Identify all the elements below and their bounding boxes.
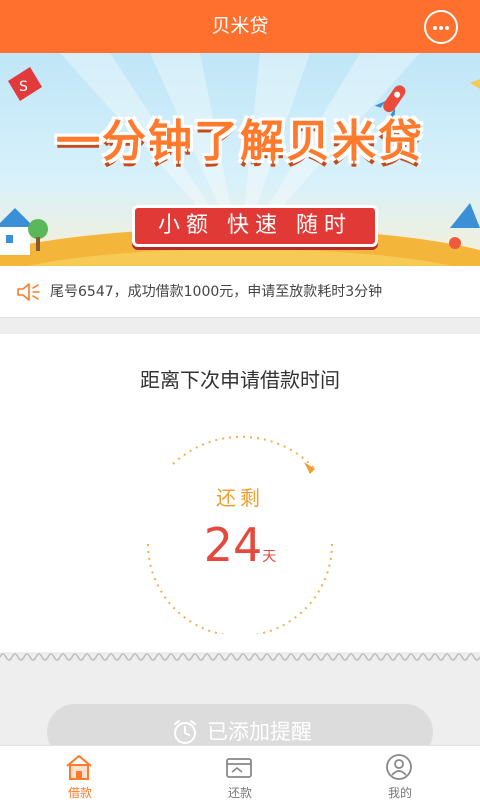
speaker-icon [17, 283, 40, 301]
notice-bar: 尾号6547，成功借款1000元，申请至放款耗时3分钟 [0, 266, 480, 318]
svg-text:S: S [19, 79, 28, 95]
wavy-divider [0, 653, 480, 661]
bottom-tab-bar: 借款 还款 我的 [0, 745, 480, 800]
more-menu-button[interactable] [424, 10, 458, 44]
remain-label: 还剩 [216, 486, 264, 510]
card-icon [226, 758, 252, 778]
banner-tagline: 小额 快速 随时 [158, 213, 352, 238]
tab-repay[interactable]: 还款 [160, 746, 320, 800]
app-header: 贝米贷 [0, 0, 480, 53]
more-icon [433, 26, 437, 30]
tab-mine[interactable]: 我的 [320, 746, 480, 800]
days-number: 24 [203, 518, 263, 572]
days-remaining: 24天 [0, 518, 480, 572]
countdown-title: 距离下次申请借款时间 [140, 368, 340, 392]
alarm-clock-icon [174, 720, 196, 744]
page-title: 贝米贷 [211, 15, 269, 37]
tab-label: 我的 [387, 786, 412, 800]
notice-text: 尾号6547，成功借款1000元，申请至放款耗时3分钟 [50, 284, 383, 300]
countdown-card: 距离下次申请借款时间 还剩 24天 [0, 334, 480, 652]
tab-borrow[interactable]: 借款 [0, 746, 160, 800]
days-unit: 天 [262, 549, 277, 565]
home-icon [66, 755, 92, 780]
tab-label: 还款 [227, 786, 252, 800]
promo-banner[interactable]: S 一分钟了解贝米贷 小额 快速 随时 [0, 53, 480, 266]
tab-label: 借款 [67, 786, 92, 800]
user-icon [386, 754, 412, 780]
banner-headline: 一分钟了解贝米贷 [56, 116, 424, 167]
